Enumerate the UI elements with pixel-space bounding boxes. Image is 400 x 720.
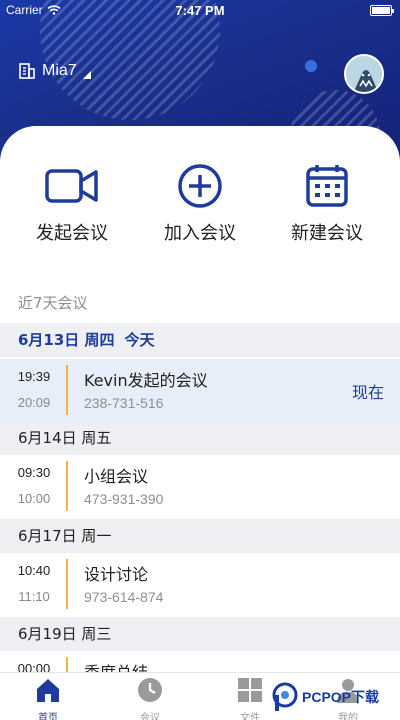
meeting-id: 973-614-874 (84, 589, 164, 605)
building-icon (19, 63, 35, 79)
new-meeting-button[interactable]: 新建会议 (272, 163, 382, 245)
avatar[interactable] (344, 54, 384, 94)
pcpop-logo-icon (272, 682, 298, 711)
tab-home[interactable]: 首页 (18, 676, 78, 720)
date-header: 6月13日 周四 今天 (0, 323, 400, 357)
meeting-start-time: 10:40 (17, 563, 51, 578)
meeting-start-time: 00:00 (17, 661, 51, 672)
meeting-start-time: 19:39 (17, 369, 51, 384)
join-meeting-button[interactable]: 加入会议 (145, 163, 255, 245)
meeting-now-status: 现在 (351, 383, 384, 402)
meeting-id: 238-731-516 (84, 395, 164, 411)
meeting-accent-bar (66, 657, 68, 672)
date-label: 6月19日 周三 (18, 625, 112, 643)
meeting-title: 小组会议 (84, 467, 149, 486)
meeting-end-time: 20:09 (17, 395, 51, 410)
meeting-accent-bar (66, 461, 68, 511)
meeting-title: 设计讨论 (84, 565, 149, 584)
new-meeting-label: 新建会议 (291, 223, 363, 244)
join-meeting-label: 加入会议 (164, 223, 236, 244)
meeting-row[interactable]: 09:30 10:00 小组会议 473-931-390 (0, 455, 400, 517)
watermark: PCPOP下载 (272, 682, 379, 712)
watermark-text: PCPOP下载 (302, 689, 380, 705)
status-bar: Carrier 7:47 PM (0, 0, 400, 22)
date-label: 6月14日 周五 (18, 429, 112, 447)
grid-icon (238, 678, 262, 702)
date-label: 6月17日 周一 (18, 527, 112, 545)
meeting-accent-bar (66, 365, 68, 415)
battery-icon (370, 5, 394, 16)
tab-meetings[interactable]: 会议 (120, 676, 180, 720)
tab-home-label: 首页 (38, 713, 58, 720)
meeting-row[interactable]: 00:00 季度总结 (0, 651, 400, 672)
home-icon (37, 679, 59, 702)
date-header: 6月14日 周五 (0, 421, 400, 455)
meeting-accent-bar (66, 559, 68, 609)
quick-actions: 发起会议 加入会议 新建会议 (0, 163, 400, 263)
tab-files[interactable]: 文件 (220, 676, 280, 720)
date-header: 6月17日 周一 (0, 519, 400, 553)
meeting-end-time: 10:00 (17, 491, 51, 506)
meeting-title: Kevin发起的会议 (84, 371, 208, 390)
calendar-icon (306, 165, 348, 207)
date-header: 6月19日 周三 (0, 617, 400, 651)
start-meeting-button[interactable]: 发起会议 (17, 163, 127, 245)
user-switcher[interactable]: Mia7 (18, 62, 91, 80)
meeting-end-time: 11:10 (18, 589, 50, 604)
meeting-start-time: 09:30 (17, 465, 51, 480)
plus-circle-icon (178, 164, 222, 208)
date-label: 6月13日 周四 (18, 331, 115, 349)
tab-meetings-label: 会议 (140, 713, 160, 720)
user-name: Mia7 (42, 62, 77, 79)
dropdown-triangle-icon (82, 71, 91, 79)
meeting-title: 季度总结 (84, 659, 148, 672)
start-meeting-label: 发起会议 (36, 223, 108, 244)
clock-icon (138, 678, 162, 702)
meeting-row[interactable]: 19:39 20:09 Kevin发起的会议 238-731-516 现在 (0, 359, 400, 421)
video-camera-icon (45, 169, 98, 203)
recent-meetings-title: 近7天会议 (18, 294, 88, 312)
status-time: 7:47 PM (175, 3, 225, 18)
meeting-id: 473-931-390 (84, 491, 164, 507)
decorative-dot (305, 60, 317, 72)
tab-files-label: 文件 (240, 713, 260, 720)
meeting-row[interactable]: 10:40 11:10 设计讨论 973-614-874 (0, 553, 400, 615)
today-tag: 今天 (124, 331, 155, 349)
